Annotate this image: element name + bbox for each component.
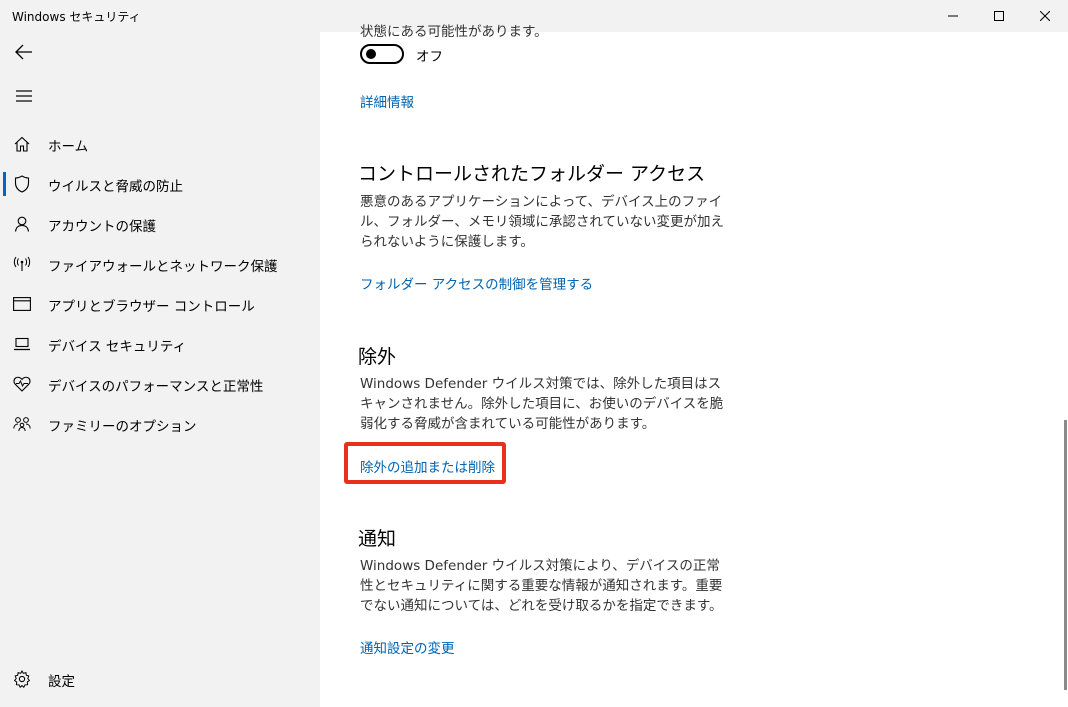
hamburger-icon — [16, 90, 32, 102]
minimize-icon — [948, 15, 958, 17]
section-title-exclusions: 除外 — [358, 346, 397, 368]
sidebar-item-home[interactable]: ホーム — [0, 124, 320, 164]
person-icon — [12, 214, 32, 234]
minimize-button[interactable] — [930, 0, 976, 32]
laptop-icon — [12, 334, 32, 354]
section-description: Windows Defender ウイルス対策により、デバイスの正常性とセキュリ… — [360, 558, 723, 614]
add-remove-exclusions-link[interactable]: 除外の追加または削除 — [360, 456, 495, 476]
toggle-knob — [366, 49, 376, 59]
shield-icon — [12, 174, 32, 194]
maximize-icon — [994, 11, 1004, 21]
sidebar-item-label: ファイアウォールとネットワーク保護 — [48, 259, 278, 275]
cut-off-text: 状態にある可能性があります。 — [360, 24, 548, 40]
sidebar-item-virus-protection[interactable]: ウイルスと脅威の防止 — [0, 164, 320, 204]
sidebar-item-label: アカウントの保護 — [48, 219, 156, 235]
close-button[interactable] — [1022, 0, 1068, 32]
sidebar-item-label: 設定 — [48, 674, 75, 690]
sidebar-item-firewall-network[interactable]: ファイアウォールとネットワーク保護 — [0, 244, 320, 284]
window-title: Windows セキュリティ — [12, 10, 141, 24]
sidebar-item-label: ファミリーのオプション — [48, 419, 197, 435]
section-description: Windows Defender ウイルス対策では、除外した項目はスキャンされま… — [360, 376, 724, 432]
selection-indicator — [3, 172, 6, 196]
sidebar-item-label: ウイルスと脅威の防止 — [48, 179, 183, 195]
back-button[interactable] — [0, 32, 48, 72]
wireless-icon — [12, 254, 32, 274]
sidebar-item-label: デバイスのパフォーマンスと正常性 — [48, 379, 264, 395]
sidebar-item-settings[interactable]: 設定 — [0, 659, 320, 699]
sidebar-item-account-protection[interactable]: アカウントの保護 — [0, 204, 320, 244]
toggle-switch[interactable] — [360, 44, 404, 64]
sidebar-item-app-browser[interactable]: アプリとブラウザー コントロール — [0, 284, 320, 324]
sidebar-item-label: アプリとブラウザー コントロール — [48, 299, 255, 315]
windows-security-window: Windows セキュリティ ホーム ウイルスと脅威の防止 アカウントの保護 フ… — [0, 0, 1068, 707]
maximize-button[interactable] — [976, 0, 1022, 32]
main-content: 状態にある可能性があります。 オフ 詳細情報 コントロールされたフォルダー アク… — [320, 24, 1068, 707]
sidebar: ホーム ウイルスと脅威の防止 アカウントの保護 ファイアウォールとネットワーク保… — [0, 32, 320, 707]
change-notification-settings-link[interactable]: 通知設定の変更 — [360, 637, 455, 657]
close-icon — [1040, 11, 1050, 21]
details-link[interactable]: 詳細情報 — [360, 91, 414, 111]
back-arrow-icon — [15, 44, 32, 60]
sidebar-item-device-health[interactable]: デバイスのパフォーマンスと正常性 — [0, 364, 320, 404]
sidebar-item-family-options[interactable]: ファミリーのオプション — [0, 404, 320, 444]
hamburger-menu-button[interactable] — [0, 76, 48, 116]
scrollbar-thumb[interactable] — [1064, 420, 1067, 690]
sidebar-item-label: デバイス セキュリティ — [48, 339, 187, 355]
sidebar-item-label: ホーム — [48, 139, 89, 155]
family-icon — [12, 414, 32, 434]
section-description: 悪意のあるアプリケーションによって、デバイス上のファイル、フォルダー、メモリ領域… — [360, 194, 724, 250]
toggle-label: オフ — [416, 49, 443, 65]
home-icon — [12, 134, 32, 154]
gear-icon — [12, 669, 32, 689]
section-title-notifications: 通知 — [358, 528, 397, 550]
sidebar-item-device-security[interactable]: デバイス セキュリティ — [0, 324, 320, 364]
heart-pulse-icon — [12, 374, 32, 394]
section-title-controlled-folder-access: コントロールされたフォルダー アクセス — [358, 163, 706, 185]
app-browser-icon — [12, 294, 32, 314]
manage-folder-access-link[interactable]: フォルダー アクセスの制御を管理する — [360, 273, 593, 293]
